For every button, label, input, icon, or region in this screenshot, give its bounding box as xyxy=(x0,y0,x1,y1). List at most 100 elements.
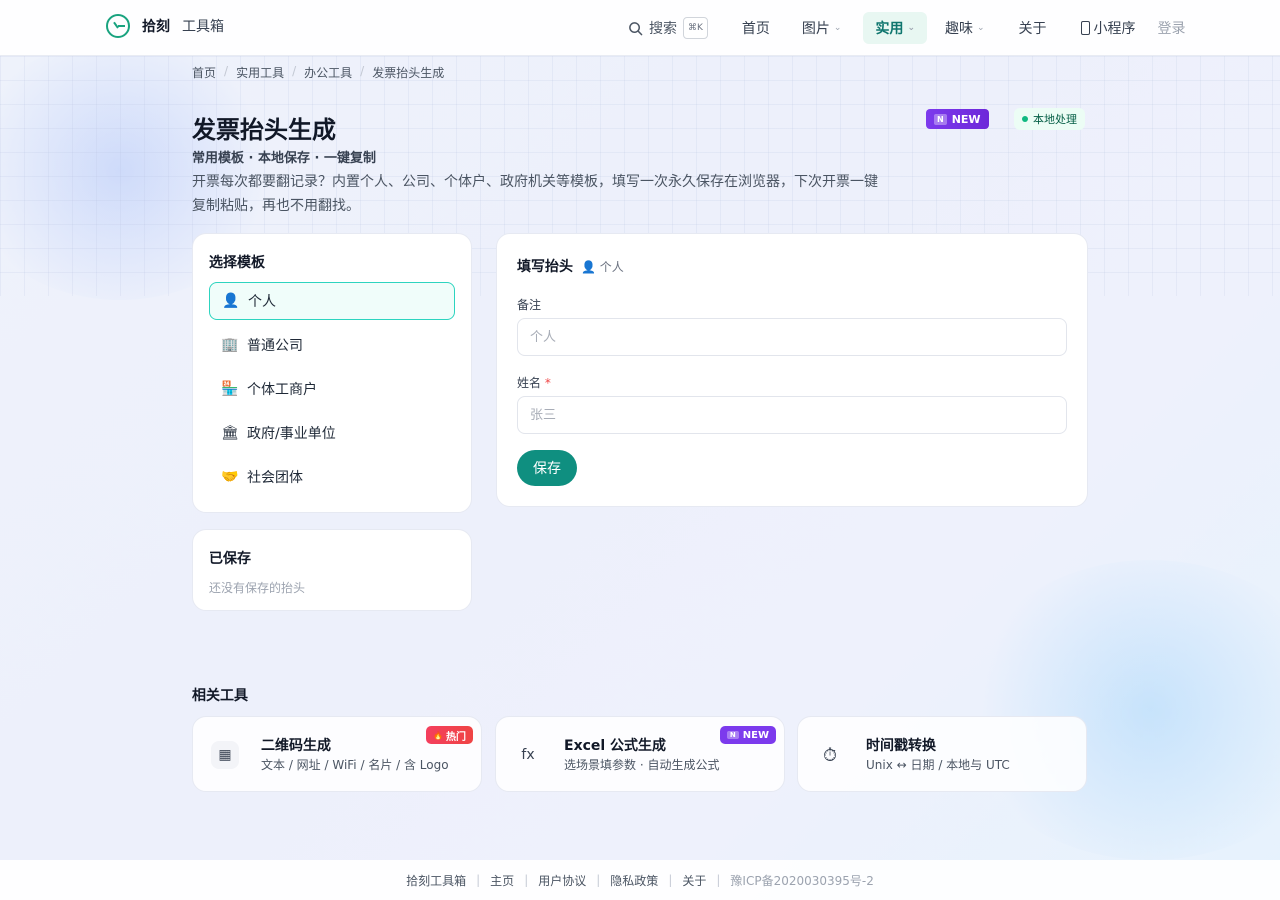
new-badge: N NEW xyxy=(926,109,989,129)
clock-logo-icon xyxy=(106,14,130,38)
page-description: 开票每次都要翻记录？内置个人、公司、个体户、政府机关等模板，填写一次永久保存在浏… xyxy=(192,174,878,214)
template-label: 政府/事业单位 xyxy=(247,426,336,442)
nav-practical[interactable]: 实用 ⌄ xyxy=(863,12,927,44)
required-mark: * xyxy=(544,376,551,390)
nav-about[interactable]: 关于 xyxy=(1007,12,1059,44)
search-icon xyxy=(629,21,643,35)
breadcrumb-home[interactable]: 首页 xyxy=(192,64,216,81)
form-template-tag: 👤 个人 xyxy=(581,259,624,274)
nav-images[interactable]: 图片 ⌄ xyxy=(790,12,854,44)
footer: 拾刻工具箱 | 主页 | 用户协议 | 隐私政策 | 关于 | 豫ICP备202… xyxy=(0,860,1280,900)
form-heading: 填写抬头 xyxy=(517,259,573,275)
template-label: 个体工商户 xyxy=(247,382,317,398)
footer-separator: | xyxy=(524,873,529,887)
template-item-social-group[interactable]: 🤝 社会团体 xyxy=(209,458,455,496)
template-list: 👤 个人 🏢 普通公司 🏪 个体工商户 🏛 政府/事业单位 🤝 社会团体 xyxy=(209,282,455,502)
template-item-sole-proprietor[interactable]: 🏪 个体工商户 xyxy=(209,370,455,408)
template-label: 个人 xyxy=(248,294,276,310)
footer-home-link[interactable]: 主页 xyxy=(490,872,514,889)
template-item-company[interactable]: 🏢 普通公司 xyxy=(209,326,455,364)
tool-description: Unix ↔ 日期 / 本地与 UTC xyxy=(866,758,1010,772)
tool-description: 文本 / 网址 / WiFi / 名片 / 含 Logo xyxy=(261,758,449,772)
local-processing-badge: 本地处理 xyxy=(1014,108,1085,130)
related-tool-qrcode[interactable]: ▦ 二维码生成 文本 / 网址 / WiFi / 名片 / 含 Logo 🔥 热… xyxy=(192,716,482,792)
footer-separator: | xyxy=(716,873,721,887)
top-navbar: 拾刻 工具箱 搜索 ⌘K 首页 图片 ⌄ 实用 ⌄ 趣味 ⌄ 关于 小程序 登录 xyxy=(0,0,1280,56)
note-label: 备注 xyxy=(517,298,542,312)
person-icon: 👤 xyxy=(222,293,240,309)
local-processing-label: 本地处理 xyxy=(1033,113,1077,126)
footer-icp-link[interactable]: 豫ICP备2020030395号-2 xyxy=(730,872,873,889)
footer-separator: | xyxy=(476,873,481,887)
login-link[interactable]: 登录 xyxy=(1158,18,1186,38)
footer-privacy-link[interactable]: 隐私政策 xyxy=(610,872,658,889)
footer-about-link[interactable]: 关于 xyxy=(682,872,706,889)
nav-images-label: 图片 xyxy=(801,21,830,37)
nav-fun-label: 趣味 xyxy=(945,21,973,37)
saved-card: 已保存 还没有保存的抬头 xyxy=(192,529,472,611)
nav-mini-program[interactable]: 小程序 xyxy=(1069,12,1148,44)
tool-name: 二维码生成 xyxy=(261,738,331,754)
new-badge-label: NEW xyxy=(951,112,981,126)
footer-terms-link[interactable]: 用户协议 xyxy=(538,872,586,889)
brand-name: 拾刻 xyxy=(142,19,170,35)
footer-separator: | xyxy=(596,873,601,887)
saved-empty-text: 还没有保存的抬头 xyxy=(209,581,306,595)
template-item-personal[interactable]: 👤 个人 xyxy=(209,282,455,320)
hot-badge: 🔥 热门 xyxy=(426,726,473,744)
template-card: 选择模板 👤 个人 🏢 普通公司 🏪 个体工商户 🏛 政府/事业单位 🤝 社会团… xyxy=(192,233,472,513)
related-tool-timestamp[interactable]: ⏱ 时间戳转换 Unix ↔ 日期 / 本地与 UTC xyxy=(797,716,1087,792)
background-glow xyxy=(960,560,1280,860)
phone-icon xyxy=(1080,21,1090,35)
page-title: 发票抬头生成 xyxy=(192,116,336,144)
name-label-text: 姓名 xyxy=(517,376,542,390)
footer-brand-link[interactable]: 拾刻工具箱 xyxy=(406,872,466,889)
search-button[interactable]: 搜索 ⌘K xyxy=(620,17,716,39)
breadcrumb-current: 发票抬头生成 xyxy=(372,66,445,80)
template-label: 普通公司 xyxy=(247,338,303,354)
tool-description: 选场景填参数 · 自动生成公式 xyxy=(564,758,720,772)
breadcrumb-practical-tools[interactable]: 实用工具 xyxy=(236,64,284,81)
breadcrumb-separator: / xyxy=(360,64,365,78)
qrcode-icon: ▦ xyxy=(211,741,239,769)
related-tool-excel-formula[interactable]: fx Excel 公式生成 选场景填参数 · 自动生成公式 N NEW xyxy=(495,716,785,792)
new-badge-label: NEW xyxy=(742,729,769,741)
hot-badge-label: 热门 xyxy=(446,731,466,743)
breadcrumb-separator: / xyxy=(224,64,229,78)
template-label: 社会团体 xyxy=(247,470,303,486)
template-item-government[interactable]: 🏛 政府/事业单位 xyxy=(209,414,455,452)
nav-mini-program-label: 小程序 xyxy=(1093,21,1136,37)
office-building-icon: 🏢 xyxy=(221,337,239,353)
form-header: 填写抬头 👤 个人 xyxy=(517,256,624,276)
tool-name: Excel 公式生成 xyxy=(564,738,667,754)
chevron-down-icon: ⌄ xyxy=(977,23,985,33)
note-input[interactable] xyxy=(517,318,1067,356)
search-shortcut: ⌘K xyxy=(683,17,708,39)
brand[interactable]: 拾刻 工具箱 xyxy=(106,14,224,38)
footer-separator: | xyxy=(668,873,673,887)
name-input[interactable] xyxy=(517,396,1067,434)
search-label: 搜索 xyxy=(649,21,677,37)
new-badge: N NEW xyxy=(719,726,776,744)
chevron-down-icon: ⌄ xyxy=(833,23,842,33)
flame-icon: 🔥 xyxy=(433,730,443,740)
name-label: 姓名 * xyxy=(517,374,551,391)
main-nav: 搜索 ⌘K 首页 图片 ⌄ 实用 ⌄ 趣味 ⌄ 关于 小程序 登录 xyxy=(620,0,1186,56)
template-heading: 选择模板 xyxy=(209,255,265,271)
handshake-icon: 🤝 xyxy=(221,469,239,485)
save-button[interactable]: 保存 xyxy=(517,450,577,486)
nav-practical-label: 实用 xyxy=(875,21,904,37)
formula-icon: fx xyxy=(521,747,535,763)
government-building-icon: 🏛 xyxy=(221,425,239,441)
tool-name: 时间戳转换 xyxy=(866,738,936,754)
breadcrumb: 首页 / 实用工具 / 办公工具 / 发票抬头生成 xyxy=(192,64,444,81)
breadcrumb-separator: / xyxy=(292,64,297,78)
shop-icon: 🏪 xyxy=(221,381,239,397)
header-form-card: 填写抬头 👤 个人 备注 姓名 * 保存 xyxy=(496,233,1088,507)
breadcrumb-office-tools[interactable]: 办公工具 xyxy=(304,64,352,81)
nav-home[interactable]: 首页 xyxy=(730,12,782,44)
page-subtitle: 常用模板 · 本地保存 · 一键复制 xyxy=(192,151,376,166)
chevron-down-icon: ⌄ xyxy=(907,23,915,33)
nav-fun[interactable]: 趣味 ⌄ xyxy=(933,12,997,44)
new-badge-prefix: N xyxy=(726,731,739,739)
